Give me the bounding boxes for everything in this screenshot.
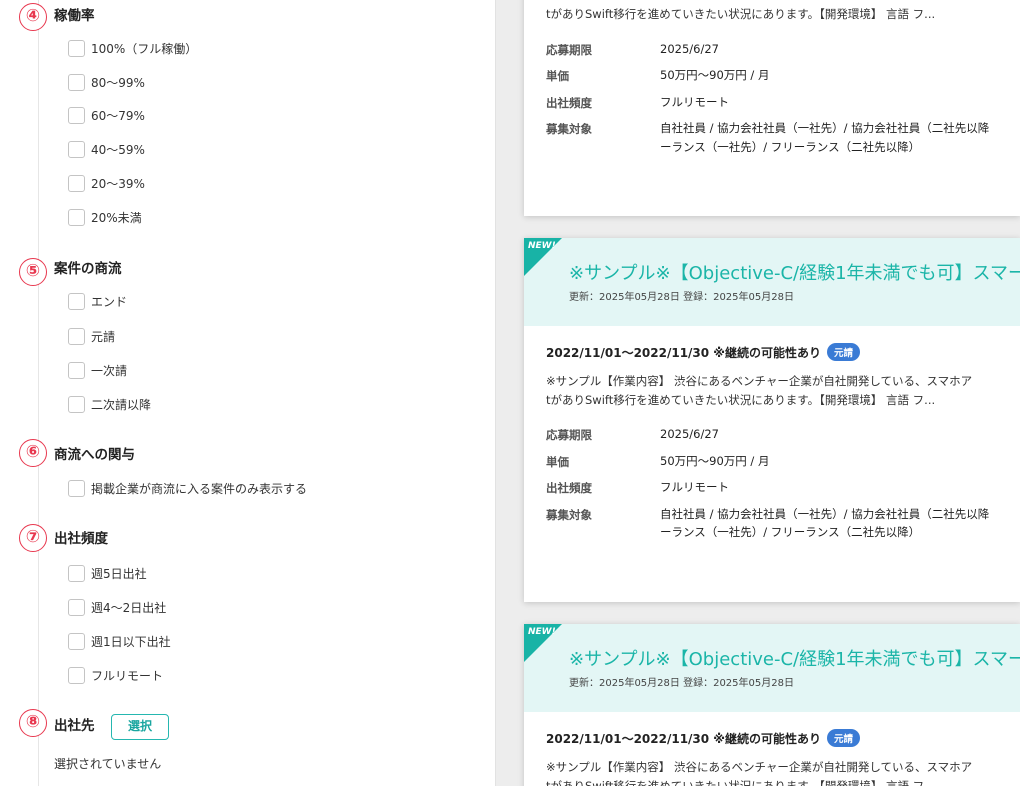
checkbox[interactable] — [68, 106, 85, 124]
option-label: 40～59% — [91, 142, 145, 157]
option-label: 二次請以降 — [91, 397, 152, 412]
card-description: ※サンプル【作業内容】 渋谷にあるベンチャー企業が自社開発している、スマホア — [546, 374, 973, 388]
new-label: NEW! — [528, 627, 556, 637]
checkbox[interactable] — [68, 292, 85, 310]
section-number-badge: ⑧ — [19, 709, 47, 737]
field-label: 出社頻度 — [546, 481, 592, 495]
section-number-badge: ④ — [19, 3, 47, 31]
section-number-badge: ⑦ — [19, 524, 47, 552]
attendance-option-4-2days[interactable]: 週4～2日出社 — [68, 598, 166, 616]
field-label: 募集対象 — [546, 122, 592, 136]
card-description: tがありSwift移行を進めていきたい状況にあります。【開発環境】 言語 フ..… — [546, 7, 936, 21]
option-label: 20%未満 — [91, 210, 142, 225]
card-title-link[interactable]: ※サンプル※【Objective-C/経験1年未満でも可】スマー — [569, 259, 1020, 285]
field-value: フルリモート — [660, 480, 729, 494]
checkbox[interactable] — [68, 395, 85, 413]
attendance-option-remote[interactable]: フルリモート — [68, 666, 163, 684]
period-text: 2022/11/01～2022/11/30 ※継続の可能性あり — [546, 345, 821, 360]
checkbox[interactable] — [68, 327, 85, 345]
flow-involvement-title: 商流への関与 — [54, 447, 135, 463]
card-title-link[interactable]: ※サンプル※【Objective-C/経験1年未満でも可】スマー — [569, 645, 1020, 671]
commercial-flow-title: 案件の商流 — [54, 261, 122, 277]
checkbox[interactable] — [68, 632, 85, 650]
checkbox[interactable] — [68, 208, 85, 226]
office-title: 出社先 — [54, 718, 95, 734]
project-card[interactable]: NEW! ※サンプル※【Objective-C/経験1年未満でも可】スマー 更新… — [524, 624, 1020, 786]
checkbox[interactable] — [68, 564, 85, 582]
option-label: 週5日出社 — [91, 566, 147, 581]
field-label: 出社頻度 — [546, 96, 592, 110]
project-card[interactable]: NEW! ※サンプル※【Objective-C/経験1年未満でも可】スマー 更新… — [524, 238, 1020, 602]
flow-involvement-option[interactable]: 掲載企業が商流に入る案件のみ表示する — [68, 479, 307, 497]
new-label: NEW! — [528, 241, 556, 251]
card-description: ※サンプル【作業内容】 渋谷にあるベンチャー企業が自社開発している、スマホア — [546, 760, 973, 774]
option-label: 掲載企業が商流に入る案件のみ表示する — [91, 481, 308, 496]
card-dates: 更新：2025年05月28日 登録：2025年05月28日 — [569, 292, 794, 303]
card-period: 2022/11/01～2022/11/30 ※継続の可能性あり 元請 — [546, 343, 860, 361]
field-value: 自社社員 / 協力会社社員（一社先）/ 協力会社社員（二社先以降 — [660, 121, 990, 135]
attendance-option-5days[interactable]: 週5日出社 — [68, 564, 147, 582]
card-description: tがありSwift移行を進めていきたい状況にあります。【開発環境】 言語 フ..… — [546, 779, 936, 786]
checkbox[interactable] — [68, 479, 85, 497]
option-label: 20～39% — [91, 176, 145, 191]
card-period: 2022/11/01～2022/11/30 ※継続の可能性あり 元請 — [546, 729, 860, 747]
option-label: 60～79% — [91, 108, 145, 123]
field-value: 自社社員 / 協力会社社員（一社先）/ 協力会社社員（二社先以降 — [660, 507, 990, 521]
availability-option-40-59[interactable]: 40～59% — [68, 140, 145, 158]
section-number-badge: ⑥ — [19, 439, 47, 467]
field-label: 単価 — [546, 455, 569, 469]
office-select-button[interactable]: 選択 — [111, 714, 169, 740]
checkbox[interactable] — [68, 666, 85, 684]
field-value: 2025/6/27 — [660, 42, 719, 56]
flow-option-first-tier[interactable]: 一次請 — [68, 361, 127, 379]
attendance-option-1day[interactable]: 週1日以下出社 — [68, 632, 171, 650]
availability-option-under-20[interactable]: 20%未満 — [68, 208, 142, 226]
flow-option-prime[interactable]: 元請 — [68, 327, 115, 345]
section-number-badge: ⑤ — [19, 258, 47, 286]
option-label: 週4～2日出社 — [91, 600, 167, 615]
availability-option-80-99[interactable]: 80～99% — [68, 73, 145, 91]
option-label: フルリモート — [91, 668, 164, 683]
project-card[interactable]: tがありSwift移行を進めていきたい状況にあります。【開発環境】 言語 フ..… — [524, 0, 1020, 216]
filter-sidebar: ④ 稼働率 100%（フル稼働） 80～99% 60～79% 40～59% 20… — [0, 0, 496, 786]
option-label: 100%（フル稼働） — [91, 41, 198, 56]
flow-option-end[interactable]: エンド — [68, 292, 127, 310]
field-value: フルリモート — [660, 95, 729, 109]
checkbox[interactable] — [68, 140, 85, 158]
option-label: 一次請 — [91, 363, 128, 378]
availability-title: 稼働率 — [54, 8, 95, 24]
field-label: 応募期限 — [546, 43, 592, 57]
field-value-continued: ーランス（一社先）/ フリーランス（二社先以降） — [660, 140, 921, 154]
field-value: 2025/6/27 — [660, 427, 719, 441]
field-value: 50万円～90万円 / 月 — [660, 454, 770, 468]
option-label: 80～99% — [91, 75, 145, 90]
checkbox[interactable] — [68, 39, 85, 57]
attendance-title: 出社頻度 — [54, 531, 108, 547]
checkbox[interactable] — [68, 73, 85, 91]
availability-option-20-39[interactable]: 20～39% — [68, 174, 145, 192]
flow-option-second-tier[interactable]: 二次請以降 — [68, 395, 151, 413]
field-value: 50万円～90万円 / 月 — [660, 68, 770, 82]
field-label: 応募期限 — [546, 428, 592, 442]
option-label: エンド — [91, 294, 128, 309]
office-selection-status: 選択されていません — [54, 757, 162, 771]
card-description: tがありSwift移行を進めていきたい状況にあります。【開発環境】 言語 フ..… — [546, 393, 936, 407]
card-dates: 更新：2025年05月28日 登録：2025年05月28日 — [569, 678, 794, 689]
checkbox[interactable] — [68, 598, 85, 616]
option-label: 週1日以下出社 — [91, 634, 171, 649]
contract-tag: 元請 — [826, 343, 860, 361]
period-text: 2022/11/01～2022/11/30 ※継続の可能性あり — [546, 731, 821, 746]
option-label: 元請 — [91, 329, 116, 344]
checkbox[interactable] — [68, 361, 85, 379]
field-value-continued: ーランス（一社先）/ フリーランス（二社先以降） — [660, 525, 921, 539]
checkbox[interactable] — [68, 174, 85, 192]
availability-option-100[interactable]: 100%（フル稼働） — [68, 39, 197, 57]
field-label: 募集対象 — [546, 508, 592, 522]
availability-option-60-79[interactable]: 60～79% — [68, 106, 145, 124]
field-label: 単価 — [546, 69, 569, 83]
contract-tag: 元請 — [826, 729, 860, 747]
